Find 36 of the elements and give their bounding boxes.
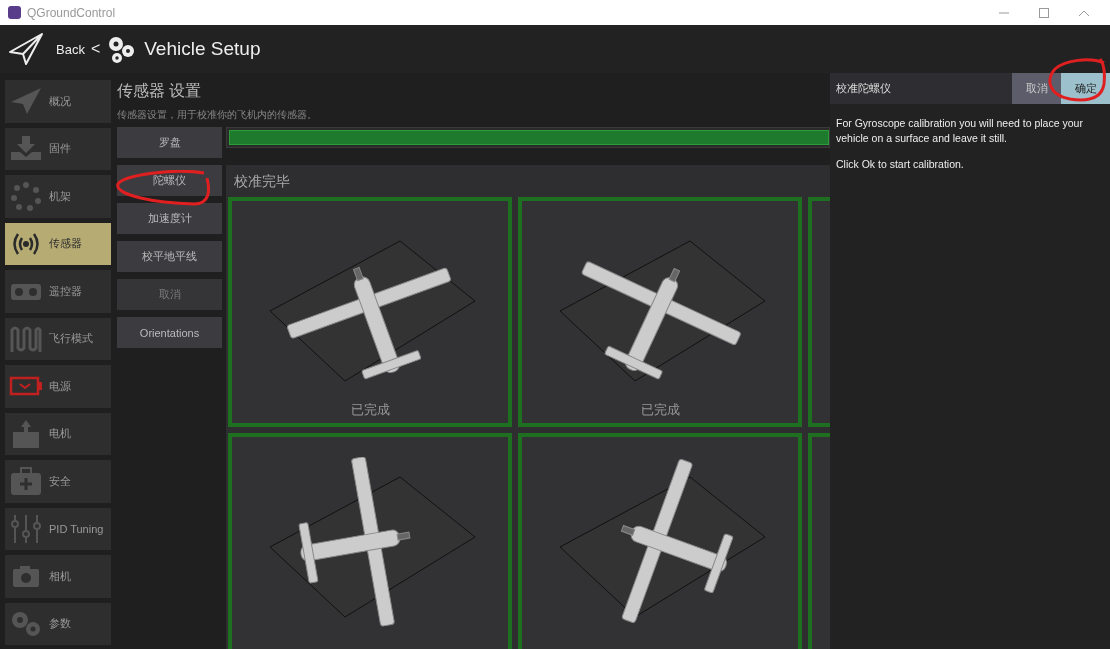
sidebar-item[interactable]: 机架: [5, 175, 111, 218]
first-aid-kit-icon: [9, 466, 43, 497]
sensor-button[interactable]: 加速度计: [117, 203, 222, 234]
sensor-button[interactable]: 校平地平线: [117, 241, 222, 272]
sidebar-item[interactable]: PID Tuning: [5, 507, 111, 550]
section-title: 传感器 设置: [117, 81, 203, 101]
separator-text: <: [90, 40, 101, 58]
instruction-text: Click Ok to start calibration.: [836, 157, 965, 173]
sidebar-item[interactable]: 飞行模式: [5, 317, 111, 360]
maximize-icon[interactable]: [1038, 6, 1050, 19]
sensor-button[interactable]: 罗盘: [117, 127, 222, 158]
sensor-button[interactable]: Orientations: [117, 317, 222, 348]
sidebar-item[interactable]: 电源: [5, 365, 111, 408]
app-logo-icon: [8, 6, 21, 19]
page-title: Vehicle Setup: [144, 38, 261, 60]
section-description: 传感器设置，用于校准你的飞机内的传感器。: [117, 108, 318, 122]
sidebar-item[interactable]: 固件: [5, 127, 111, 170]
back-link[interactable]: Back: [56, 41, 85, 57]
sidebar-item[interactable]: 传感器: [5, 222, 111, 265]
sidebar-item[interactable]: 遥控器: [5, 270, 111, 313]
cell-status: 已完成: [350, 401, 390, 419]
sidebar-item[interactable]: 安全: [5, 460, 111, 503]
instruction-text: For Gyroscope calibration you will need to place your vehicle on a surface and leave it still.: [836, 116, 1084, 146]
dialog-title: 校准陀螺仪: [835, 81, 892, 96]
cell-status: 已完成: [640, 401, 680, 419]
paper-plane-icon[interactable]: [8, 32, 44, 66]
gears-icon: [106, 34, 137, 64]
calibration-status: 校准完毕: [233, 172, 291, 191]
dots-circle-icon: [9, 181, 43, 212]
sidebar-item[interactable]: 电机: [5, 412, 111, 455]
sidebar-item[interactable]: 相机: [5, 555, 111, 598]
sidebar-item[interactable]: 概况: [5, 80, 111, 123]
dialog-button[interactable]: 取消: [1012, 73, 1061, 104]
sidebar-item[interactable]: 参数: [5, 602, 111, 645]
window-title: QGroundControl: [27, 5, 116, 20]
sliders-icon: [9, 513, 43, 544]
